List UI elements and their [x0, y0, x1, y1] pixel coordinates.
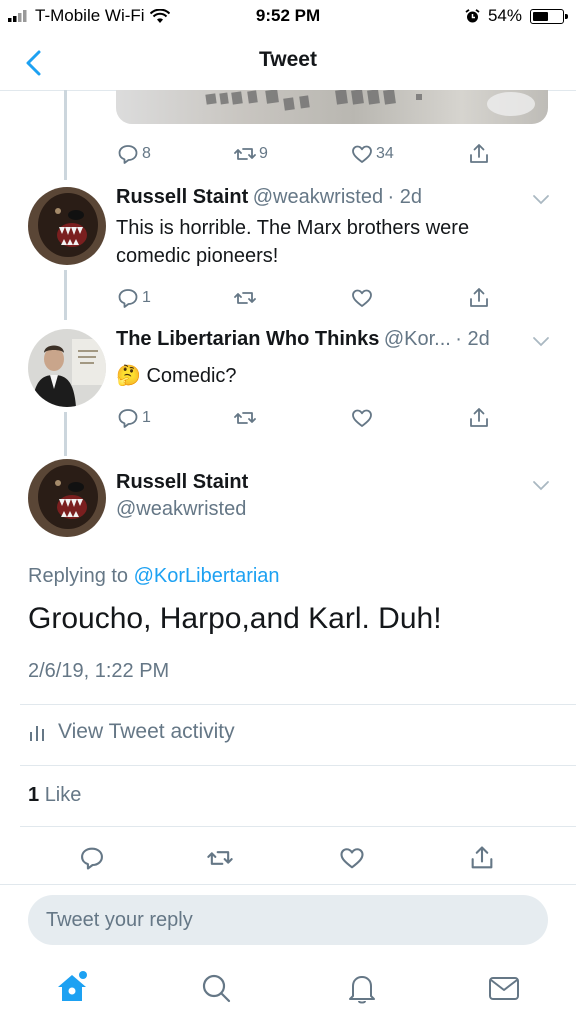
reply-action[interactable]: 1: [116, 286, 233, 310]
share-action[interactable]: [467, 286, 576, 310]
chevron-down-icon[interactable]: [532, 194, 550, 206]
status-bar: T-Mobile Wi-Fi 9:52 PM 54%: [0, 0, 576, 36]
nav-bar: Tweet: [0, 36, 576, 91]
tweet-time: · 2d: [387, 186, 422, 208]
thinking-emoji: 🤔: [116, 365, 141, 387]
tweet-time: · 2d: [455, 328, 490, 350]
share-action[interactable]: [467, 142, 576, 166]
share-icon[interactable]: [468, 844, 496, 872]
share-icon: [470, 408, 488, 427]
retweet-icon: [234, 292, 256, 304]
reply-count: 1: [142, 289, 151, 306]
messages-icon[interactable]: [486, 970, 522, 1006]
chevron-down-icon[interactable]: [532, 480, 550, 492]
author-handle[interactable]: @Kor...: [384, 328, 451, 350]
divider: [20, 765, 576, 766]
avatar[interactable]: [28, 459, 106, 537]
tab-bar: [0, 960, 576, 1024]
reply-count: 8: [142, 145, 151, 162]
reply-icon: [118, 409, 138, 428]
tweet-actions: 1: [116, 406, 576, 430]
like-icon: [352, 409, 372, 427]
battery-icon: [530, 8, 568, 24]
author-handle[interactable]: @weakwristed: [116, 498, 246, 521]
tweet-actions: 8 9 34: [116, 142, 576, 166]
author-name[interactable]: The Libertarian Who Thinks: [116, 328, 379, 350]
battery-fill: [533, 11, 548, 21]
divider: [0, 884, 576, 885]
retweet-action[interactable]: [233, 286, 350, 310]
like-icon: [352, 289, 372, 307]
thread-line: [64, 412, 67, 456]
share-action[interactable]: [467, 406, 576, 430]
tweet-text: This is horrible. The Marx brothers were…: [116, 217, 470, 267]
like-total: 1: [28, 784, 40, 806]
tweet-timestamp[interactable]: 2/6/19, 1:22 PM: [28, 660, 169, 683]
retweet-action[interactable]: 9: [233, 142, 350, 166]
divider: [20, 704, 576, 705]
status-right: 54%: [465, 6, 568, 26]
retweet-count: 9: [259, 145, 268, 162]
thread-line: [64, 270, 67, 320]
alarm-icon: [465, 8, 480, 22]
reply-icon[interactable]: [78, 844, 106, 872]
retweet-icon: [234, 412, 256, 424]
tweet-text: 🤔 Comedic?: [116, 362, 546, 390]
like-action[interactable]: 34: [350, 142, 467, 166]
tweet-header: Russell Staint @weakwristed · 2d: [116, 186, 536, 209]
divider: [20, 826, 576, 827]
reply-action[interactable]: 1: [116, 406, 233, 430]
avatar[interactable]: [28, 187, 106, 265]
main-tweet-text: Groucho, Harpo,and Karl. Duh!: [28, 602, 442, 635]
media-picture: [205, 90, 535, 116]
replying-prefix: Replying to: [28, 565, 129, 587]
reply-action[interactable]: 8: [116, 142, 233, 166]
reply-icon: [118, 145, 138, 164]
view-activity-button[interactable]: View Tweet activity: [28, 720, 235, 744]
avatar-man-image: [28, 329, 106, 407]
reply-input[interactable]: Tweet your reply: [28, 895, 548, 945]
tweet-actions: 1: [116, 286, 576, 310]
replying-to-link[interactable]: @KorLibertarian: [134, 565, 280, 587]
home-icon[interactable]: [54, 970, 90, 1006]
main-tweet-actions: [0, 840, 576, 876]
share-icon: [470, 288, 488, 307]
like-icon[interactable]: [338, 844, 366, 872]
reply-icon: [118, 289, 138, 308]
avatar[interactable]: [28, 329, 106, 407]
thread-line: [64, 90, 67, 180]
retweet-icon[interactable]: [206, 844, 234, 872]
like-action[interactable]: [350, 286, 467, 310]
like-total-label: Like: [44, 784, 82, 806]
tweet-header: The Libertarian Who Thinks @Kor... · 2d: [116, 328, 536, 351]
notifications-icon[interactable]: [344, 970, 380, 1006]
activity-bars-icon: [30, 726, 44, 741]
reply-count: 1: [142, 409, 151, 426]
author-handle[interactable]: @weakwristed: [253, 186, 383, 208]
share-icon: [470, 144, 488, 163]
retweet-icon: [234, 148, 256, 160]
author-name[interactable]: Russell Staint: [116, 186, 248, 208]
like-count: 34: [376, 145, 394, 162]
author-name[interactable]: Russell Staint: [116, 471, 248, 494]
search-icon[interactable]: [198, 970, 234, 1006]
like-action[interactable]: [350, 406, 467, 430]
page-title: Tweet: [259, 48, 317, 71]
chevron-down-icon[interactable]: [532, 336, 550, 348]
view-activity-label: View Tweet activity: [58, 720, 235, 743]
battery-percent: 54%: [487, 6, 522, 25]
avatar-dog-image: [28, 459, 106, 537]
likes-summary[interactable]: 1 Like: [28, 784, 81, 807]
replying-to: Replying to @KorLibertarian: [28, 565, 280, 588]
like-icon: [352, 145, 372, 163]
avatar-dog-image: [28, 187, 106, 265]
retweet-action[interactable]: [233, 406, 350, 430]
tweet-text-body: Comedic?: [146, 365, 237, 387]
tweet-media-image[interactable]: [116, 90, 548, 124]
